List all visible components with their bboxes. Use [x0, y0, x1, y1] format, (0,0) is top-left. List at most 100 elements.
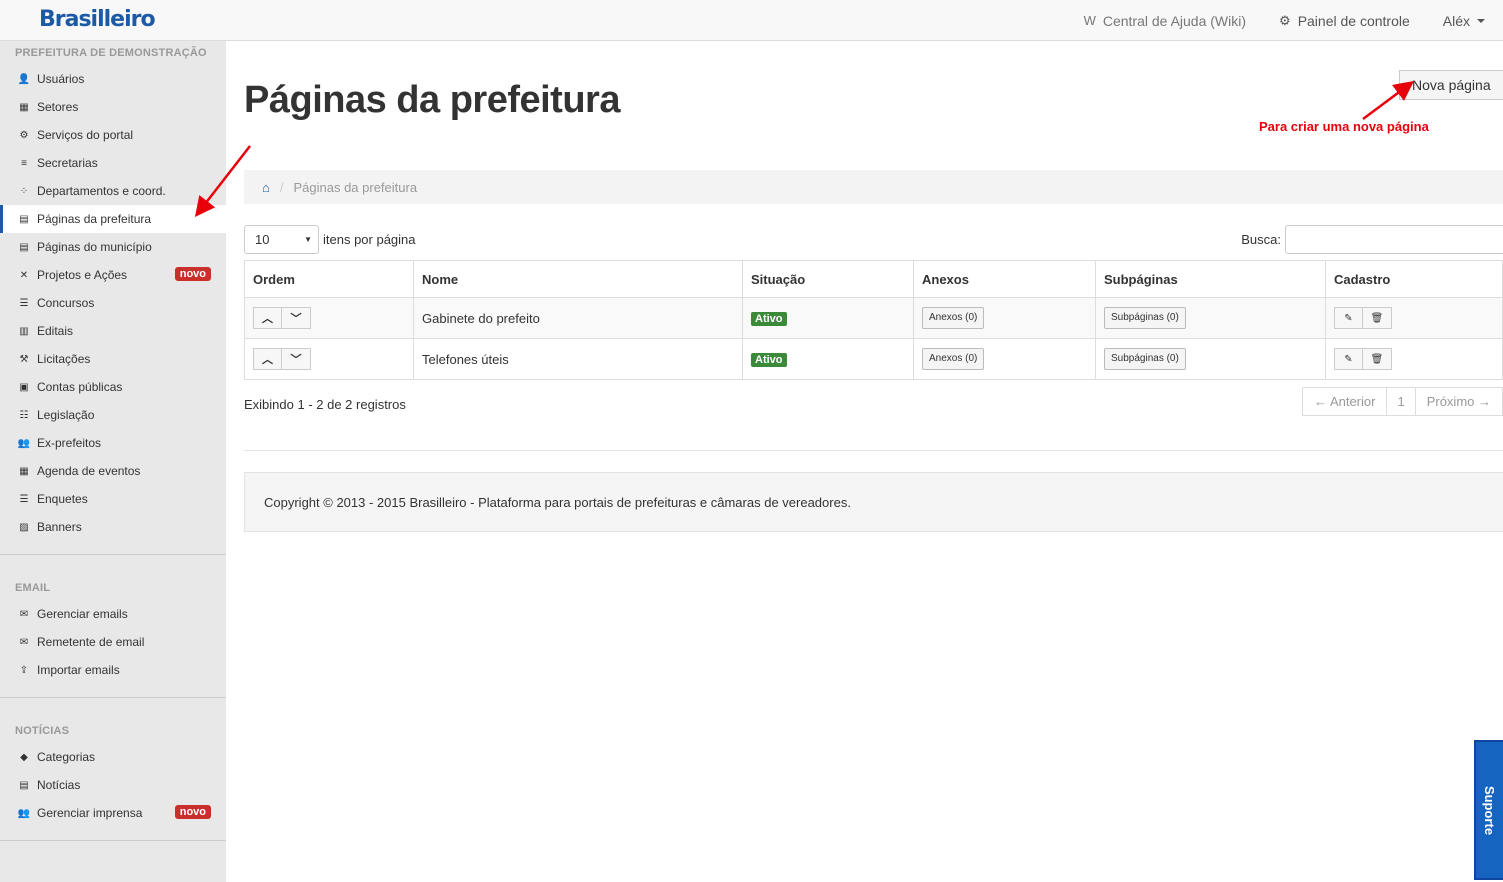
attachments-button[interactable]: Anexos (0) — [922, 307, 985, 329]
sidebar-item[interactable]: ✕ Projetos e Ações novo — [0, 261, 226, 289]
sidebar-item[interactable]: ▤ Páginas da prefeitura — [0, 205, 226, 233]
home-icon[interactable]: ⌂ — [262, 180, 270, 195]
money-icon: ▣ — [19, 381, 29, 393]
sidebar-item[interactable]: ☰ Concursos — [0, 289, 226, 317]
sidebar-item[interactable]: ✉ Remetente de email — [0, 628, 226, 656]
sidebar-section-email: EMAIL ✉ Gerenciar emails ✉ Remetente de ema… — [0, 555, 226, 684]
support-tab[interactable]: Suporte — [1474, 740, 1503, 880]
trash-icon[interactable]: 🗑 — [1363, 307, 1392, 329]
sidebar-list: ◆ Categorias ▤ Notícias 👥 Gerenciar imprensa n… — [0, 743, 226, 827]
sidebar-section-noticias: NOTÍCIAS ◆ Categorias ▤ Notícias 👥 Gerenciar … — [0, 698, 226, 827]
actions-cell: ✎ 🗑 — [1325, 297, 1503, 339]
sidebar-section-title: NOTÍCIAS — [15, 725, 70, 737]
trash-icon[interactable]: 🗑 — [1363, 348, 1392, 370]
wiki-link[interactable]: W Central de Ajuda (Wiki) — [1084, 13, 1246, 29]
divider — [244, 450, 1503, 451]
calendar-icon: ▦ — [19, 465, 29, 477]
move-up-icon[interactable]: ︿ — [253, 348, 282, 370]
sidebar-item-label: Concursos — [37, 296, 95, 310]
status-badge: Ativo — [751, 312, 787, 326]
sidebar-item[interactable]: ▤ Notícias — [0, 771, 226, 799]
breadcrumb-current: Páginas da prefeitura — [293, 179, 418, 195]
sidebar-item-label: Projetos e Ações — [37, 268, 128, 282]
sidebar-item[interactable]: ☰ Enquetes — [0, 485, 226, 513]
wiki-link-label: Central de Ajuda (Wiki) — [1102, 12, 1247, 29]
pager-previous[interactable]: ← Anterior — [1302, 387, 1388, 416]
move-down-icon[interactable]: ﹀ — [282, 348, 311, 370]
list-alt-icon: ☰ — [19, 493, 29, 505]
name-cell: Telefones úteis — [413, 338, 743, 380]
sidebar-item-label: Ex-prefeitos — [37, 436, 102, 450]
sidebar-item-label: Gerenciar imprensa — [37, 806, 143, 820]
file-icon: ▥ — [19, 325, 29, 337]
breadcrumb: ⌂ / Páginas da prefeitura — [244, 170, 1503, 204]
attachments-button[interactable]: Anexos (0) — [922, 348, 985, 370]
new-badge: novo — [174, 267, 211, 281]
sidebar-item-label: Categorias — [37, 750, 96, 764]
column-header[interactable]: Situação — [742, 260, 914, 298]
search-label: Busca: — [1241, 232, 1281, 247]
subpages-button[interactable]: Subpáginas (0) — [1104, 307, 1186, 329]
records-info: Exibindo 1 - 2 de 2 registros — [244, 397, 406, 412]
sidebar-item-label: Páginas da prefeitura — [37, 212, 152, 226]
pager-page[interactable]: 1 — [1387, 387, 1416, 416]
sidebar-item[interactable]: ▦ Setores — [0, 93, 226, 121]
sidebar-item[interactable]: ⚒ Licitações — [0, 345, 226, 373]
sidebar-item[interactable]: ▥ Editais — [0, 317, 226, 345]
sidebar-item[interactable]: ☷ Legislação — [0, 401, 226, 429]
pencil-icon[interactable]: ✎ — [1334, 348, 1363, 370]
search-input[interactable] — [1285, 225, 1503, 254]
sidebar-item-label: Remetente de email — [37, 635, 145, 649]
user-icon: 👤 — [17, 73, 31, 85]
per-page-control: 10 ▼ itens por página — [244, 225, 416, 254]
image-icon: ▨ — [19, 521, 29, 533]
search-control: Busca: — [1241, 225, 1503, 254]
sidebar-item-label: Serviços do portal — [37, 128, 134, 142]
sidebar-item-label: Agenda de eventos — [37, 464, 141, 478]
sidebar-item[interactable]: ⁘ Departamentos e coord. — [0, 177, 226, 205]
move-down-icon[interactable]: ﹀ — [282, 307, 311, 329]
sidebar-item[interactable]: 👥 Ex-prefeitos — [0, 429, 226, 457]
sidebar-item[interactable]: ⚙ Serviços do portal — [0, 121, 226, 149]
sidebar-item-label: Usuários — [37, 72, 85, 86]
sidebar-item[interactable]: ✉ Gerenciar emails — [0, 600, 226, 628]
sidebar-item-label: Editais — [37, 324, 74, 338]
tag-icon: ◆ — [20, 751, 28, 763]
brand-logo[interactable]: Brasilleiro — [39, 7, 156, 32]
top-navbar: Brasilleiro W Central de Ajuda (Wiki) ⚙ … — [0, 0, 1503, 41]
sidebar-item-label: Licitações — [37, 352, 91, 366]
sidebar-item[interactable]: ▦ Agenda de eventos — [0, 457, 226, 485]
sidebar-item[interactable]: 👤 Usuários — [0, 65, 226, 93]
subpages-button[interactable]: Subpáginas (0) — [1104, 348, 1186, 370]
order-buttons: ︿ ﹀ — [253, 307, 311, 329]
pager-next[interactable]: Próximo → — [1415, 387, 1503, 416]
list-icon: ≡ — [21, 157, 27, 169]
column-header[interactable]: Cadastro — [1325, 260, 1503, 298]
column-header[interactable]: Nome — [413, 260, 743, 298]
sidebar-item[interactable]: ▤ Páginas do município — [0, 233, 226, 261]
column-header[interactable]: Anexos — [913, 260, 1096, 298]
user-menu[interactable]: Aléx — [1443, 13, 1485, 29]
sidebar-item[interactable]: ◆ Categorias — [0, 743, 226, 771]
move-up-icon[interactable]: ︿ — [253, 307, 282, 329]
users-icon: 👥 — [17, 437, 31, 449]
sidebar-section-prefeitura: PREFEITURA DE DEMONSTRAÇÃO 👤 Usuários ▦ Set… — [0, 41, 226, 541]
sidebar-item[interactable]: ▨ Banners — [0, 513, 226, 541]
sidebar-item[interactable]: ▣ Contas públicas — [0, 373, 226, 401]
column-header[interactable]: Ordem — [244, 260, 414, 298]
sidebar-item[interactable]: ≡ Secretarias — [0, 149, 226, 177]
control-panel-link[interactable]: ⚙ Painel de controle — [1279, 13, 1410, 29]
control-panel-label: Painel de controle — [1297, 12, 1410, 29]
sidebar-item-label: Banners — [37, 520, 82, 534]
ordered-list-icon: ☷ — [19, 409, 29, 421]
new-page-button[interactable]: Nova página — [1399, 70, 1503, 100]
sidebar-item[interactable]: ⇪ Importar emails — [0, 656, 226, 684]
status-cell: Ativo — [742, 297, 914, 339]
per-page-select[interactable]: 10 ▼ — [244, 225, 319, 254]
column-header[interactable]: Subpáginas — [1095, 260, 1326, 298]
pencil-icon[interactable]: ✎ — [1334, 307, 1363, 329]
sidebar-item[interactable]: 👥 Gerenciar imprensa novo — [0, 799, 226, 827]
pagination: ← Anterior 1 Próximo → — [1302, 387, 1503, 416]
status-badge: Ativo — [751, 353, 787, 367]
grid-icon: ▦ — [19, 101, 29, 113]
